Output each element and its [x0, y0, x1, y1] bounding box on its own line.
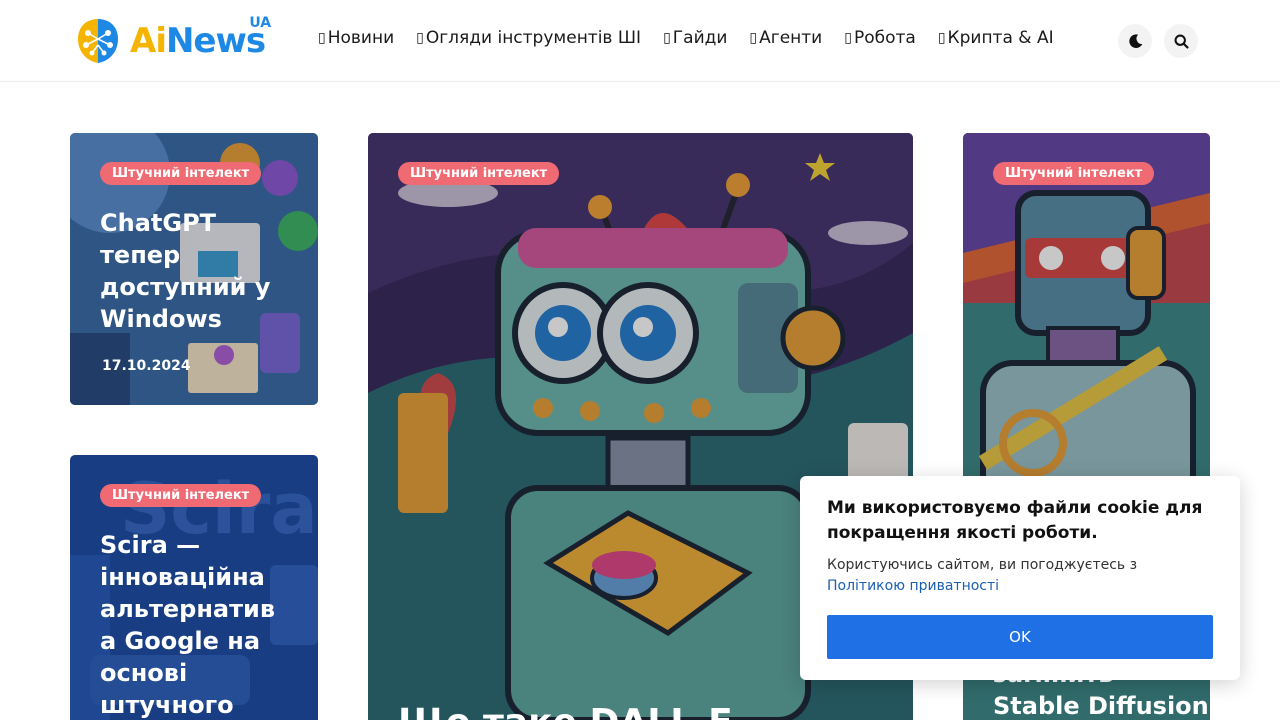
title-line: Stable Diffusion: [993, 692, 1209, 720]
brain-logo-icon: [78, 19, 118, 63]
box-icon: ▯: [318, 30, 326, 46]
nav-item-ahenty[interactable]: ▯ Агенти: [749, 28, 822, 48]
nav-item-label: Огляди інструментів ШІ: [425, 28, 642, 48]
title-line: альтернатив: [100, 595, 276, 623]
nav-item-ohliady[interactable]: ▯ Огляди інструментів ШІ: [416, 28, 641, 48]
title-line: інноваційна: [100, 563, 265, 591]
main-nav: ▯ Новини ▯ Огляди інструментів ШІ ▯ Гайди ▯…: [318, 28, 1054, 48]
box-icon: ▯: [663, 30, 671, 46]
box-icon: ▯: [844, 30, 852, 46]
search-icon: [1174, 34, 1189, 49]
article-card[interactable]: Scira Штучний інтелект Scira — інновацій…: [70, 455, 318, 720]
logo-ai: Ai: [130, 21, 167, 61]
site-logo[interactable]: AiNews UA: [72, 14, 282, 68]
title-line: штучного: [100, 691, 234, 719]
title-line: доступний у: [100, 273, 271, 301]
nav-item-haidy[interactable]: ▯ Гайди: [663, 28, 727, 48]
box-icon: ▯: [749, 30, 758, 46]
nav-item-label: Новини: [327, 28, 395, 48]
title-line: а Google на: [100, 627, 261, 655]
nav-item-label: Агенти: [759, 28, 823, 48]
article-title[interactable]: Що таке DALL-E: [398, 701, 898, 720]
logo-ua: UA: [249, 15, 272, 31]
title-line: Scira —: [100, 531, 201, 559]
title-line: тепер: [100, 241, 181, 269]
category-tag[interactable]: Штучний інтелект: [100, 484, 262, 507]
cookie-banner: Ми використовуємо файли cookie для покра…: [800, 476, 1240, 680]
nav-item-robota[interactable]: ▯ Робота: [844, 28, 916, 48]
box-icon: ▯: [416, 30, 424, 46]
search-button[interactable]: [1164, 24, 1198, 58]
nav-item-label: Крипта & AI: [947, 28, 1054, 48]
nav-item-label: Гайди: [672, 28, 728, 48]
theme-toggle-button[interactable]: [1118, 24, 1152, 58]
article-title[interactable]: ChatGPT тепер доступний у Windows: [100, 207, 310, 335]
nav-item-krypta[interactable]: ▯ Крипта & AI: [938, 28, 1054, 48]
title-line: основі: [100, 659, 188, 687]
cookie-ok-button[interactable]: OK: [827, 615, 1213, 659]
privacy-policy-link[interactable]: Політикою приватності: [827, 578, 999, 594]
category-tag[interactable]: Штучний інтелект: [398, 162, 560, 185]
article-date: 17.10.2024: [102, 358, 191, 374]
category-tag[interactable]: Штучний інтелект: [100, 162, 262, 185]
title-line: ChatGPT: [100, 209, 217, 237]
title-line: Windows: [100, 305, 222, 333]
article-title[interactable]: Scira — інноваційна альтернатив а Google…: [100, 529, 315, 720]
category-tag[interactable]: Штучний інтелект: [993, 162, 1155, 185]
box-icon: ▯: [937, 30, 946, 46]
nav-item-novyny[interactable]: ▯ Новини: [318, 28, 394, 48]
moon-icon: [1128, 33, 1142, 48]
cookie-title: Ми використовуємо файли cookie для покра…: [827, 498, 1203, 543]
logo-wordmark: AiNews UA: [130, 16, 271, 61]
cookie-text: Користуючись сайтом, ви погоджуєтесь з: [827, 557, 1138, 573]
article-card[interactable]: Штучний інтелект ChatGPT тепер доступний…: [70, 133, 318, 405]
site-header: AiNews UA ▯ Новини ▯ Огляди інструментів Ш…: [0, 0, 1280, 82]
nav-item-label: Робота: [853, 28, 916, 48]
